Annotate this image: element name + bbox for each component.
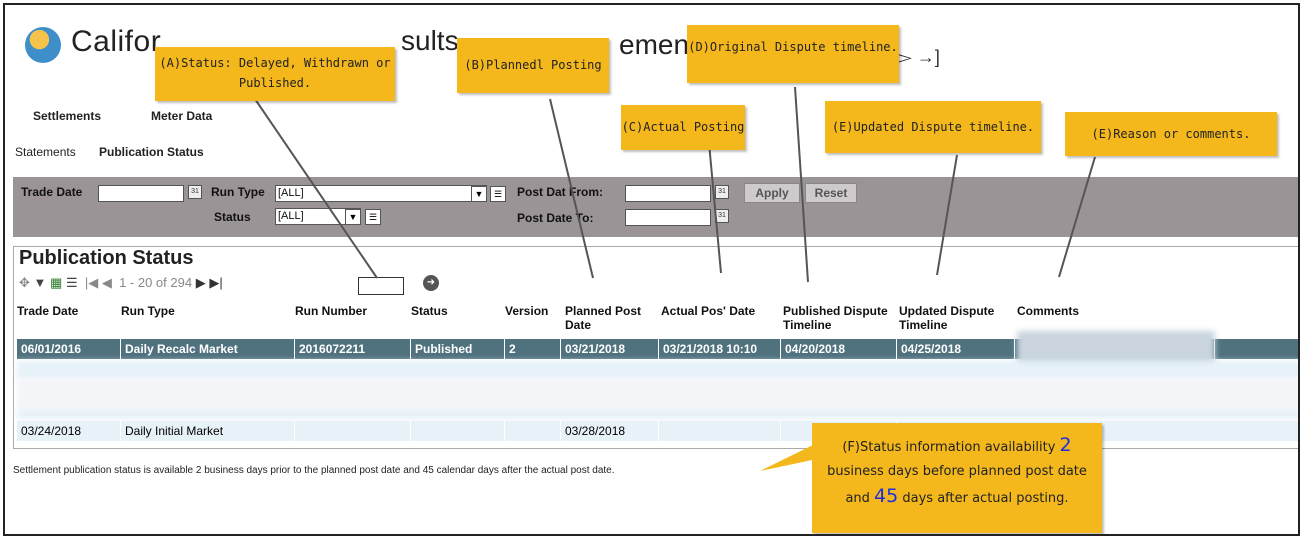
col-header[interactable]: Actual Pos' Date [661, 304, 755, 318]
col-header[interactable]: Published Dispute Timeline [783, 304, 901, 332]
app-title-fragment-3: emen [619, 29, 690, 60]
callout-a: (A)Status: Delayed, Withdrawn or Publish… [155, 47, 395, 101]
callout-f-number: 45 [874, 485, 899, 507]
calendar-icon[interactable]: 31 [715, 185, 729, 199]
collapse-icon[interactable]: ✥ [19, 275, 30, 290]
nav-settlements[interactable]: Settlements [33, 109, 101, 123]
panel-title: Publication Status [19, 247, 194, 269]
table-cell: 04/25/2018 [897, 339, 1015, 359]
callout-b: (B)Plannedl Posting [457, 38, 609, 93]
run-type-label: Run Type [211, 185, 265, 199]
table-row-blurred [17, 409, 1298, 419]
trade-date-label: Trade Date [21, 185, 83, 199]
app-title-fragment-2: sults [401, 25, 459, 56]
chevron-down-icon[interactable]: ▼ [345, 209, 361, 225]
table-cell: 2016072211 [295, 339, 411, 359]
pager-text: 1 - 20 of 294 [119, 275, 193, 290]
table-cell [411, 421, 505, 441]
subnav-statements[interactable]: Statements [15, 145, 76, 159]
callout-f-text: days after actual posting. [902, 491, 1069, 506]
run-type-select[interactable]: [ALL] [275, 185, 487, 202]
table-cell: 03/24/2018 [17, 421, 121, 441]
footnote: Settlement publication status is availab… [13, 465, 615, 476]
export-excel-icon[interactable]: ▦ [50, 275, 62, 290]
callout-f-text: and [845, 491, 870, 506]
callout-f-text: (F)Status information availability [842, 440, 1056, 455]
last-page-icon[interactable]: ▶| [209, 275, 222, 290]
list-options-icon[interactable]: ☰ [365, 209, 381, 225]
col-header[interactable]: Trade Date [17, 304, 78, 318]
table-cell: 03/21/2018 [561, 339, 659, 359]
col-header[interactable]: Run Number [295, 304, 367, 318]
callout-d: (D)Original Dispute timeline. [687, 25, 899, 83]
status-label: Status [214, 210, 251, 224]
callout-c: (C)Actual Posting [621, 105, 745, 150]
table-cell: 04/20/2018 [781, 339, 897, 359]
table-cell [295, 421, 411, 441]
apply-button[interactable]: Apply [744, 183, 800, 203]
table-cell: 2 [505, 339, 561, 359]
go-page-icon[interactable]: ➜ [423, 275, 439, 291]
callout-f: (F)Status information availability 2 bus… [812, 423, 1102, 533]
table-row-blurred [17, 361, 1298, 379]
table-cell: Daily Recalc Market [121, 339, 295, 359]
columns-icon[interactable]: ☰ [66, 275, 78, 290]
filter-icon[interactable]: ▼ [34, 275, 47, 290]
reset-button[interactable]: Reset [805, 183, 857, 203]
table-row[interactable]: 03/24/2018 Daily Initial Market 03/28/20… [17, 421, 1298, 441]
list-options-icon[interactable]: ☰ [490, 186, 506, 202]
next-page-icon[interactable]: ▶ [196, 275, 206, 290]
callout-e-comments: (E)Reason or comments. [1065, 112, 1277, 156]
table-cell [659, 421, 781, 441]
table-row-blurred [17, 379, 1298, 409]
prev-page-icon[interactable]: ◀ [102, 275, 112, 290]
table-cell: 03/28/2018 [561, 421, 659, 441]
calendar-icon[interactable]: 31 [188, 185, 202, 199]
col-header[interactable]: Version [505, 304, 548, 318]
callout-f-number: 2 [1059, 434, 1072, 456]
callout-e-updated: (E)Updated Dispute timeline. [825, 101, 1041, 153]
caiso-logo-icon [25, 27, 61, 63]
table-cell: Published [411, 339, 505, 359]
callout-f-text: business days before planned post date [827, 464, 1087, 479]
header-icons[interactable]: ▻ →] [898, 47, 940, 68]
post-date-to-input[interactable] [625, 209, 711, 226]
col-header[interactable]: Status [411, 304, 448, 318]
col-header[interactable]: Run Type [121, 304, 175, 318]
trade-date-input[interactable] [98, 185, 184, 202]
col-header[interactable]: Updated Dispute Timeline [899, 304, 1017, 332]
calendar-icon[interactable]: 31 [715, 209, 729, 223]
col-header[interactable]: Comments [1017, 304, 1079, 318]
screenshot-frame: Califor sults emen ▻ →] Settlements Mete… [3, 3, 1300, 536]
nav-meter-data[interactable]: Meter Data [151, 109, 212, 123]
page-number-input[interactable] [358, 277, 404, 295]
table-cell: 06/01/2016 [17, 339, 121, 359]
chevron-down-icon[interactable]: ▼ [471, 186, 487, 202]
table-cell: Daily Initial Market [121, 421, 295, 441]
app-title-fragment: Califor [71, 25, 162, 58]
post-date-from-label: Post Dat From: [517, 185, 604, 199]
post-date-to-label: Post Date To: [517, 211, 594, 225]
first-page-icon[interactable]: |◀ [85, 275, 98, 290]
subnav-publication-status[interactable]: Publication Status [99, 145, 204, 159]
table-cell [505, 421, 561, 441]
table-cell: 03/21/2018 10:10 [659, 339, 781, 359]
pager-toolbar: ✥ ▼ ▦ ☰ |◀ ◀ 1 - 20 of 294 ▶ ▶| [19, 275, 223, 291]
post-date-from-input[interactable] [625, 185, 711, 202]
col-header[interactable]: Planned Post Date [565, 304, 655, 332]
